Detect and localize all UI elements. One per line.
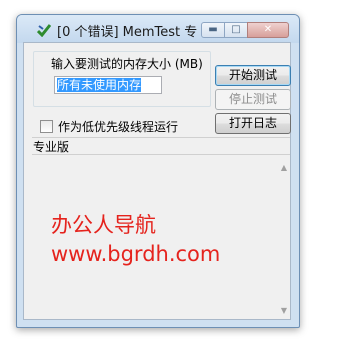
maximize-button[interactable]: □ — [224, 22, 248, 38]
edition-label: 专业版 — [33, 140, 70, 154]
close-button[interactable]: ✕ — [247, 22, 289, 38]
title-bar[interactable]: [0 个错误] MemTest 专... ▬ □ ✕ — [17, 15, 299, 43]
close-icon: ✕ — [263, 24, 273, 35]
scroll-down-arrow-icon[interactable]: ▼ — [278, 305, 290, 317]
log-scrollbar[interactable]: ▲ ▼ — [278, 156, 290, 319]
low-priority-checkbox[interactable] — [40, 120, 53, 133]
divider — [32, 137, 290, 138]
memory-size-label: 输入要测试的内存大小 (MB) — [48, 55, 206, 72]
scroll-up-arrow-icon[interactable]: ▲ — [278, 162, 290, 174]
memory-size-input[interactable]: 所有未使用内存 — [54, 76, 162, 94]
watermark-line-1: 办公人导航 — [51, 213, 156, 237]
minimize-button[interactable]: ▬ — [201, 22, 225, 38]
watermark-line-2: www.bgrdh.com — [51, 242, 221, 266]
low-priority-label: 作为低优先级线程运行 — [58, 120, 179, 134]
minimize-icon: ▬ — [208, 24, 218, 35]
maximize-icon: □ — [231, 24, 241, 35]
open-log-button[interactable]: 打开日志 — [215, 113, 291, 134]
window-title: [0 个错误] MemTest 专... — [57, 25, 197, 40]
divider-2 — [32, 154, 290, 155]
start-test-button[interactable]: 开始测试 — [215, 65, 291, 86]
stop-test-button[interactable]: 停止测试 — [215, 89, 291, 110]
memtest-app-icon — [37, 24, 51, 37]
client-area: 输入要测试的内存大小 (MB) 所有未使用内存 开始测试 停止测试 打开日志 作… — [23, 42, 291, 320]
memory-size-value: 所有未使用内存 — [57, 78, 142, 92]
